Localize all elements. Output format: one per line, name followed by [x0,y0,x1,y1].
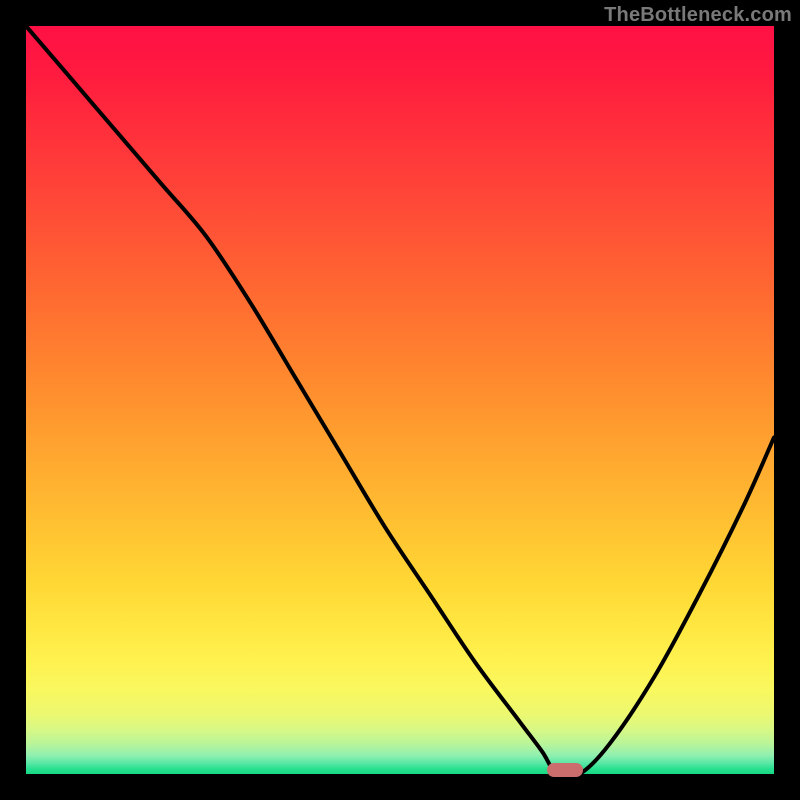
plot-area [26,26,774,774]
optimum-marker [547,763,583,777]
bottleneck-curve [26,26,774,774]
watermark-text: TheBottleneck.com [604,4,792,27]
chart-frame: TheBottleneck.com [0,0,800,800]
